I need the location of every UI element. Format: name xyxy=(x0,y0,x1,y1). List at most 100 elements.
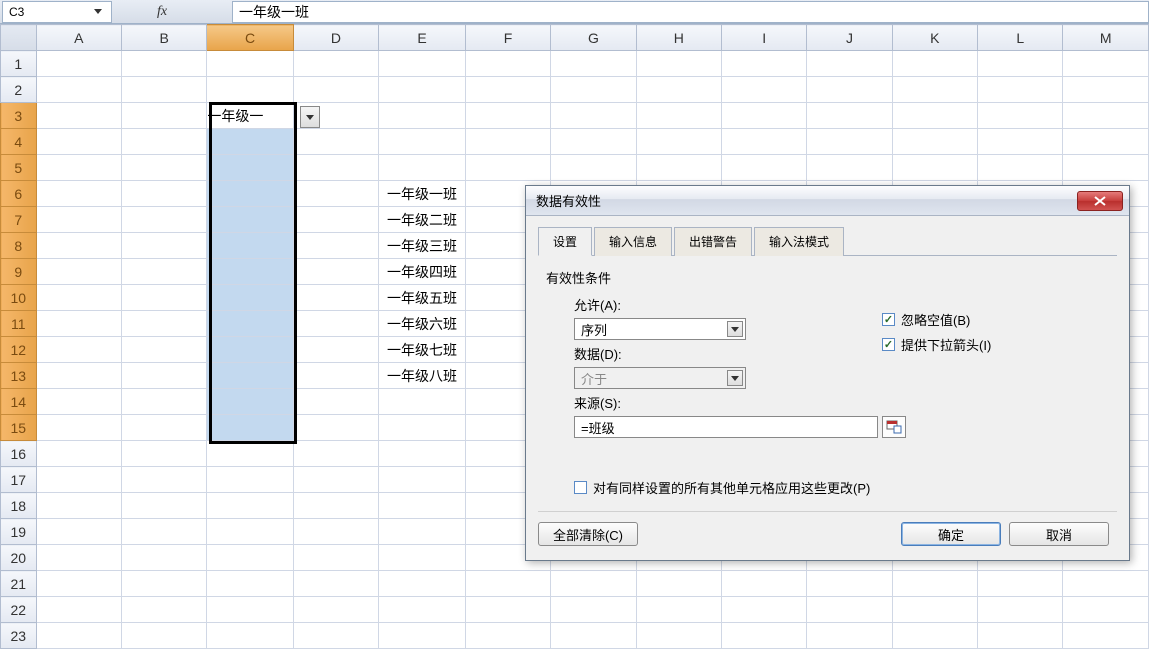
cell-G4[interactable] xyxy=(551,129,636,155)
cell-M23[interactable] xyxy=(1063,623,1149,649)
cell-M1[interactable] xyxy=(1063,51,1149,77)
cell-C19[interactable] xyxy=(207,519,293,545)
cell-L3[interactable] xyxy=(978,103,1063,129)
cell-I4[interactable] xyxy=(722,129,807,155)
cell-K5[interactable] xyxy=(892,155,977,181)
cell-A3[interactable] xyxy=(36,103,121,129)
cell-E13[interactable]: 一年级八班 xyxy=(379,363,466,389)
cell-B2[interactable] xyxy=(121,77,206,103)
cell-E17[interactable] xyxy=(379,467,466,493)
col-header-D[interactable]: D xyxy=(293,25,378,51)
cell-A23[interactable] xyxy=(36,623,121,649)
cell-D7[interactable] xyxy=(293,207,378,233)
row-header-10[interactable]: 10 xyxy=(1,285,37,311)
cell-C6[interactable] xyxy=(207,181,293,207)
row-header-21[interactable]: 21 xyxy=(1,571,37,597)
cell-F1[interactable] xyxy=(465,51,550,77)
apply-all-checkbox[interactable]: ✓ xyxy=(574,481,587,494)
cell-F5[interactable] xyxy=(465,155,550,181)
cell-E12[interactable]: 一年级七班 xyxy=(379,337,466,363)
cell-M2[interactable] xyxy=(1063,77,1149,103)
row-header-13[interactable]: 13 xyxy=(1,363,37,389)
cell-E18[interactable] xyxy=(379,493,466,519)
cell-C3[interactable]: 一年级一 xyxy=(207,103,293,129)
col-header-L[interactable]: L xyxy=(978,25,1063,51)
cell-D1[interactable] xyxy=(293,51,378,77)
cell-J21[interactable] xyxy=(807,571,892,597)
cell-B5[interactable] xyxy=(121,155,206,181)
cell-B7[interactable] xyxy=(121,207,206,233)
cell-E20[interactable] xyxy=(379,545,466,571)
cell-E5[interactable] xyxy=(379,155,466,181)
cell-F2[interactable] xyxy=(465,77,550,103)
row-header-9[interactable]: 9 xyxy=(1,259,37,285)
cell-M22[interactable] xyxy=(1063,597,1149,623)
cell-D10[interactable] xyxy=(293,285,378,311)
dialog-titlebar[interactable]: 数据有效性 xyxy=(526,186,1129,216)
cell-D15[interactable] xyxy=(293,415,378,441)
cell-L5[interactable] xyxy=(978,155,1063,181)
cell-C9[interactable] xyxy=(207,259,293,285)
cell-E7[interactable]: 一年级二班 xyxy=(379,207,466,233)
cell-F22[interactable] xyxy=(465,597,550,623)
cell-L1[interactable] xyxy=(978,51,1063,77)
cell-I5[interactable] xyxy=(722,155,807,181)
cell-H1[interactable] xyxy=(636,51,721,77)
row-header-12[interactable]: 12 xyxy=(1,337,37,363)
cell-A22[interactable] xyxy=(36,597,121,623)
cell-D12[interactable] xyxy=(293,337,378,363)
cancel-button[interactable]: 取消 xyxy=(1009,522,1109,546)
cell-B3[interactable] xyxy=(121,103,206,129)
cell-G3[interactable] xyxy=(551,103,636,129)
cell-K4[interactable] xyxy=(892,129,977,155)
row-header-8[interactable]: 8 xyxy=(1,233,37,259)
cell-C14[interactable] xyxy=(207,389,293,415)
row-header-17[interactable]: 17 xyxy=(1,467,37,493)
col-header-H[interactable]: H xyxy=(636,25,721,51)
clear-all-button[interactable]: 全部清除(C) xyxy=(538,522,638,546)
col-header-A[interactable]: A xyxy=(36,25,121,51)
row-header-6[interactable]: 6 xyxy=(1,181,37,207)
cell-J22[interactable] xyxy=(807,597,892,623)
formula-input[interactable]: 一年级一班 xyxy=(232,1,1149,23)
row-header-14[interactable]: 14 xyxy=(1,389,37,415)
cell-A17[interactable] xyxy=(36,467,121,493)
col-header-K[interactable]: K xyxy=(892,25,977,51)
cell-K3[interactable] xyxy=(892,103,977,129)
cell-E2[interactable] xyxy=(379,77,466,103)
cell-J1[interactable] xyxy=(807,51,892,77)
cell-G23[interactable] xyxy=(551,623,636,649)
row-header-5[interactable]: 5 xyxy=(1,155,37,181)
cell-D2[interactable] xyxy=(293,77,378,103)
cell-D5[interactable] xyxy=(293,155,378,181)
cell-E3[interactable] xyxy=(379,103,466,129)
cell-E16[interactable] xyxy=(379,441,466,467)
tab-settings[interactable]: 设置 xyxy=(538,227,592,256)
cell-M21[interactable] xyxy=(1063,571,1149,597)
cell-A4[interactable] xyxy=(36,129,121,155)
cell-E19[interactable] xyxy=(379,519,466,545)
cell-G2[interactable] xyxy=(551,77,636,103)
cell-L21[interactable] xyxy=(978,571,1063,597)
ok-button[interactable]: 确定 xyxy=(901,522,1001,546)
cell-B20[interactable] xyxy=(121,545,206,571)
ignore-blank-checkbox[interactable]: ✓ xyxy=(882,313,895,326)
cell-B18[interactable] xyxy=(121,493,206,519)
cell-B22[interactable] xyxy=(121,597,206,623)
cell-D19[interactable] xyxy=(293,519,378,545)
cell-D8[interactable] xyxy=(293,233,378,259)
cell-H21[interactable] xyxy=(636,571,721,597)
cell-B12[interactable] xyxy=(121,337,206,363)
cell-C15[interactable] xyxy=(207,415,293,441)
cell-A9[interactable] xyxy=(36,259,121,285)
cell-A13[interactable] xyxy=(36,363,121,389)
cell-B4[interactable] xyxy=(121,129,206,155)
cell-J2[interactable] xyxy=(807,77,892,103)
cell-A15[interactable] xyxy=(36,415,121,441)
cell-D16[interactable] xyxy=(293,441,378,467)
row-header-18[interactable]: 18 xyxy=(1,493,37,519)
cell-D23[interactable] xyxy=(293,623,378,649)
cell-J5[interactable] xyxy=(807,155,892,181)
cell-C2[interactable] xyxy=(207,77,293,103)
col-header-I[interactable]: I xyxy=(722,25,807,51)
